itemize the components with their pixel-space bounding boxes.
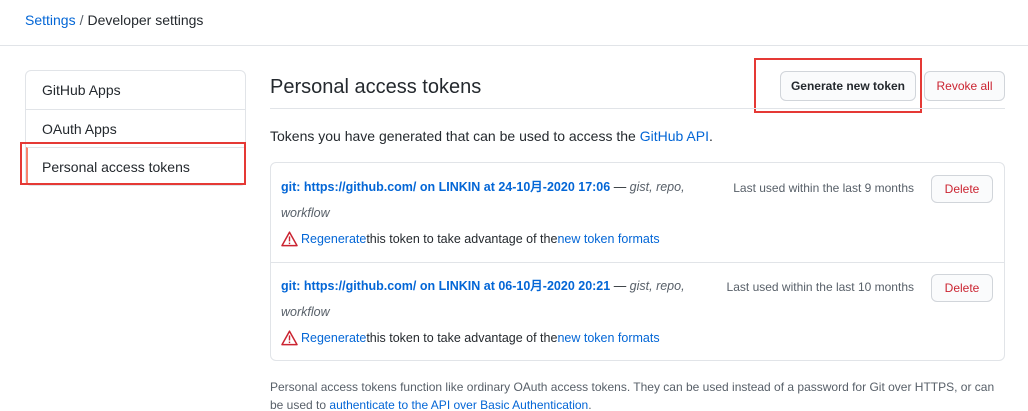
- sidebar-item-label: OAuth Apps: [42, 121, 117, 137]
- token-description: git: https://github.com/ on LINKIN at 06…: [281, 273, 701, 325]
- generate-new-token-button[interactable]: Generate new token: [780, 71, 916, 101]
- breadcrumb-current: Developer settings: [87, 12, 204, 28]
- regenerate-link[interactable]: Regenerate: [301, 230, 366, 248]
- breadcrumb-separator: /: [79, 12, 84, 28]
- sidebar-item-personal-access-tokens[interactable]: Personal access tokens: [26, 147, 245, 185]
- breadcrumb-settings-link[interactable]: Settings: [25, 12, 76, 28]
- token-last-used: Last used within the last 9 months: [733, 181, 914, 195]
- sidebar-item-github-apps[interactable]: GitHub Apps: [26, 71, 245, 109]
- token-dash: —: [610, 180, 630, 194]
- new-token-formats-link[interactable]: new token formats: [557, 329, 659, 347]
- delete-token-button[interactable]: Delete: [931, 274, 993, 302]
- token-row: git: https://github.com/ on LINKIN at 24…: [271, 163, 1004, 262]
- new-token-formats-link[interactable]: new token formats: [557, 230, 659, 248]
- token-row: git: https://github.com/ on LINKIN at 06…: [271, 262, 1004, 361]
- page-title: Personal access tokens: [270, 76, 482, 98]
- title-divider: [270, 108, 1005, 109]
- regenerate-link[interactable]: Regenerate: [301, 329, 366, 347]
- settings-sidebar: GitHub Apps OAuth Apps Personal access t…: [25, 70, 246, 186]
- basic-auth-link[interactable]: authenticate to the API over Basic Authe…: [329, 398, 588, 411]
- footer-end: .: [588, 398, 592, 411]
- revoke-all-button[interactable]: Revoke all: [924, 71, 1005, 101]
- header-divider: [0, 45, 1028, 46]
- intro-text: Tokens you have generated that can be us…: [270, 127, 713, 145]
- token-description: git: https://github.com/ on LINKIN at 24…: [281, 174, 701, 226]
- regenerate-notice-text: this token to take advantage of the: [366, 331, 558, 345]
- token-regenerate-notice: Regenerate this token to take advantage …: [281, 230, 660, 248]
- token-name-link[interactable]: git: https://github.com/ on LINKIN at 24…: [281, 180, 610, 194]
- footer-note: Personal access tokens function like ord…: [270, 378, 1005, 411]
- token-regenerate-notice: Regenerate this token to take advantage …: [281, 329, 660, 347]
- token-last-used: Last used within the last 10 months: [726, 280, 914, 294]
- token-dash: —: [610, 279, 630, 293]
- intro-text-after: .: [708, 128, 713, 144]
- alert-triangle-icon: [281, 231, 298, 247]
- intro-text-before: Tokens you have generated that can be us…: [270, 128, 640, 144]
- sidebar-item-label: Personal access tokens: [42, 159, 190, 175]
- token-list: git: https://github.com/ on LINKIN at 24…: [270, 162, 1005, 361]
- sidebar-item-oauth-apps[interactable]: OAuth Apps: [26, 109, 245, 147]
- token-name-link[interactable]: git: https://github.com/ on LINKIN at 06…: [281, 279, 610, 293]
- delete-token-button[interactable]: Delete: [931, 175, 993, 203]
- breadcrumb: Settings / Developer settings: [25, 11, 203, 29]
- regenerate-notice-text: this token to take advantage of the: [366, 232, 558, 246]
- alert-triangle-icon: [281, 330, 298, 346]
- github-api-link[interactable]: GitHub API: [640, 128, 709, 144]
- sidebar-item-label: GitHub Apps: [42, 82, 121, 98]
